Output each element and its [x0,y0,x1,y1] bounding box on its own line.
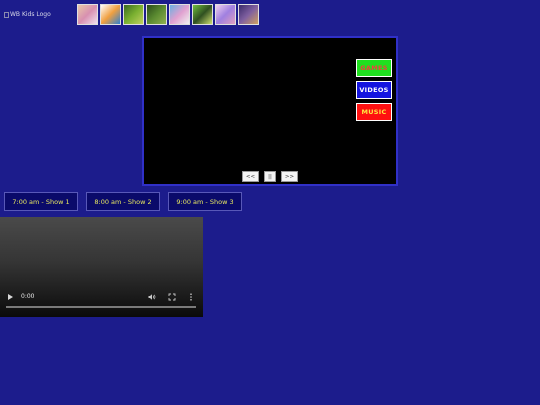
thumbnail-3[interactable] [123,4,144,25]
music-button[interactable]: MUSIC [356,103,392,121]
broken-image-icon [4,11,9,18]
thumbnail-4[interactable] [146,4,167,25]
more-options-icon[interactable] [189,293,193,301]
video-time: 0:00 [21,293,35,300]
thumbnail-strip [77,4,259,25]
player-controls: << || >> [242,171,298,182]
wb-kids-logo: WB Kids Logo [4,11,51,18]
thumbnail-2[interactable] [100,4,121,25]
show-3-button[interactable]: 9:00 am - Show 3 [168,192,242,211]
logo-alt-text: WB Kids Logo [10,11,51,18]
volume-icon[interactable] [148,293,156,301]
games-button[interactable]: GAMES [356,59,392,77]
fullscreen-icon[interactable] [168,293,176,301]
videos-button[interactable]: VIDEOS [356,81,392,99]
thumbnail-8[interactable] [238,4,259,25]
show-1-button[interactable]: 7:00 am - Show 1 [4,192,78,211]
previous-button[interactable]: << [242,171,259,182]
thumbnail-1[interactable] [77,4,98,25]
media-player-screen: GAMES VIDEOS MUSIC << || >> [142,36,398,186]
thumbnail-7[interactable] [215,4,236,25]
video-player[interactable]: 0:00 [0,217,203,317]
thumbnail-5[interactable] [169,4,190,25]
show-2-button[interactable]: 8:00 am - Show 2 [86,192,160,211]
pause-button[interactable]: || [264,171,276,182]
play-icon[interactable] [8,294,13,300]
video-progress-bar[interactable] [6,306,196,308]
thumbnail-6[interactable] [192,4,213,25]
video-controls-bar: 0:00 [0,291,203,305]
next-button[interactable]: >> [281,171,298,182]
